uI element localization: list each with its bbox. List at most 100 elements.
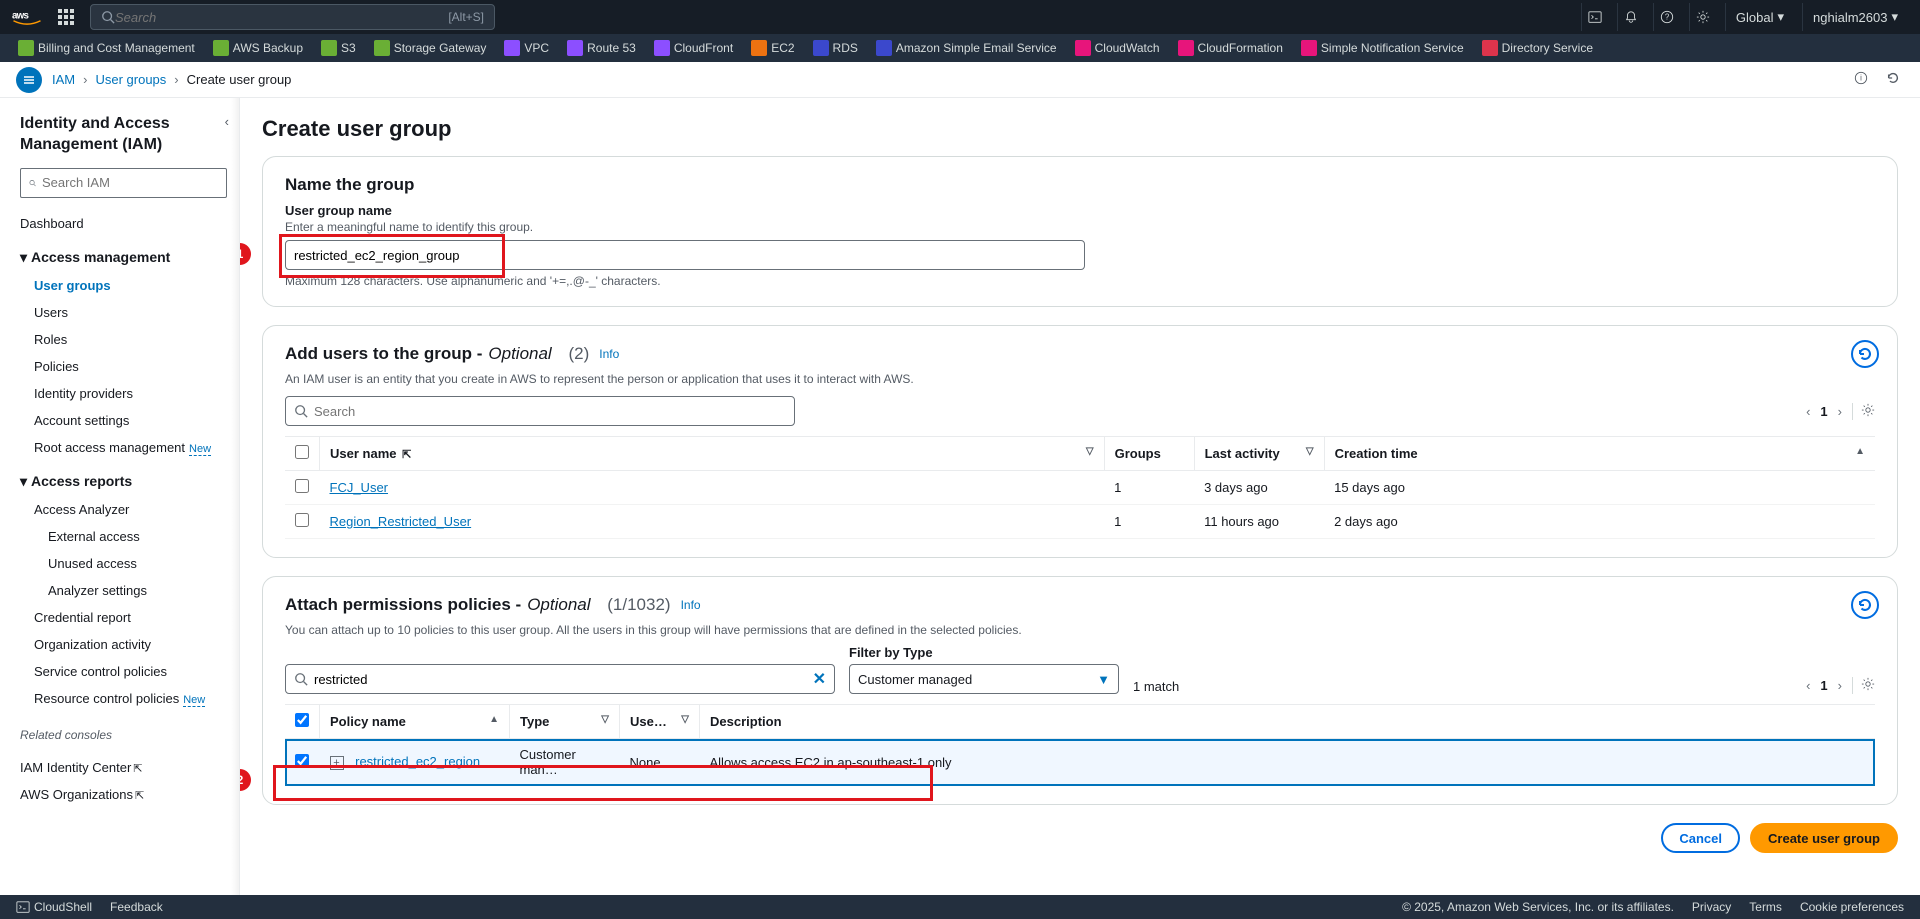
col-groups[interactable]: Groups [1104, 437, 1194, 471]
breadcrumb-iam[interactable]: IAM [52, 72, 75, 87]
service-shortcut[interactable]: Directory Service [1476, 38, 1599, 58]
chevron-down-icon: ▼ [1097, 672, 1110, 687]
col-user-name[interactable]: User name ⇱▽ [320, 437, 1105, 471]
nav-policies[interactable]: Policies [20, 353, 227, 380]
info-page-icon[interactable]: i [1850, 67, 1872, 92]
next-page[interactable]: › [1838, 404, 1842, 419]
user-name-link[interactable]: Region_Restricted_User [330, 514, 472, 529]
table-settings-icon[interactable] [1852, 677, 1875, 694]
policy-checkbox[interactable] [295, 754, 309, 768]
col-creation-time[interactable]: Creation time▲ [1324, 437, 1875, 471]
service-shortcut[interactable]: Simple Notification Service [1295, 38, 1470, 58]
nav-org-activity[interactable]: Organization activity [20, 631, 227, 658]
account-menu[interactable]: nghialm2603 ▾ [1802, 3, 1908, 31]
page-number: 1 [1820, 678, 1827, 693]
nav-analyzer-settings[interactable]: Analyzer settings [20, 577, 227, 604]
nav-section-access-reports[interactable]: ▾Access reports [20, 461, 227, 496]
policy-row[interactable]: + restricted_ec2_region Customer man… No… [285, 739, 1875, 786]
external-link-icon: ⇱ [135, 790, 144, 802]
service-shortcut[interactable]: S3 [315, 38, 362, 58]
nav-roles[interactable]: Roles [20, 326, 227, 353]
region-selector[interactable]: Global ▾ [1725, 3, 1794, 31]
service-shortcut[interactable]: CloudFront [648, 38, 739, 58]
aws-logo[interactable]: aws [12, 8, 42, 26]
group-name-input[interactable] [285, 240, 1085, 270]
footer-feedback[interactable]: Feedback [110, 900, 163, 914]
nav-account-settings[interactable]: Account settings [20, 407, 227, 434]
service-shortcut[interactable]: Billing and Cost Management [12, 38, 201, 58]
global-search[interactable]: [Alt+S] [90, 4, 495, 30]
clear-search-icon[interactable]: ✕ [813, 669, 826, 689]
service-shortcut[interactable]: EC2 [745, 38, 800, 58]
col-used-as[interactable]: Use…▽ [620, 705, 700, 739]
add-users-desc: An IAM user is an entity that you create… [285, 372, 1875, 386]
users-search-input[interactable] [314, 404, 786, 419]
collapse-sidebar-icon[interactable]: ‹ [225, 114, 229, 129]
service-shortcut[interactable]: Storage Gateway [368, 38, 493, 58]
filter-type-dropdown[interactable]: Customer managed ▼ [849, 664, 1119, 694]
refresh-users-button[interactable] [1851, 340, 1879, 368]
refresh-policies-button[interactable] [1851, 591, 1879, 619]
service-favorites-bar: Billing and Cost Management AWS Backup S3 S… [0, 34, 1920, 62]
nav-user-groups[interactable]: User groups [20, 272, 227, 299]
nav-dashboard[interactable]: Dashboard [20, 210, 227, 237]
sidebar-search[interactable] [20, 168, 227, 198]
cloudshell-top-icon[interactable] [1581, 3, 1609, 31]
info-link[interactable]: Info [681, 598, 701, 612]
prev-page[interactable]: ‹ [1806, 678, 1810, 693]
info-link[interactable]: Info [599, 347, 619, 361]
nav-aws-organizations[interactable]: AWS Organizations⇱ [20, 781, 227, 808]
nav-external-access[interactable]: External access [20, 523, 227, 550]
help-icon[interactable]: ? [1653, 3, 1681, 31]
nav-credential-report[interactable]: Credential report [20, 604, 227, 631]
notifications-icon[interactable] [1617, 3, 1645, 31]
policies-search-input[interactable] [314, 672, 807, 687]
nav-iam-identity-center[interactable]: IAM Identity Center⇱ [20, 754, 227, 781]
nav-identity-providers[interactable]: Identity providers [20, 380, 227, 407]
service-shortcut[interactable]: CloudWatch [1069, 38, 1166, 58]
breadcrumb-user-groups[interactable]: User groups [95, 72, 166, 87]
nav-users[interactable]: Users [20, 299, 227, 326]
table-settings-icon[interactable] [1852, 403, 1875, 420]
service-shortcut[interactable]: Amazon Simple Email Service [870, 38, 1063, 58]
nav-root-access[interactable]: Root access managementNew [20, 434, 227, 461]
policies-search[interactable]: ✕ [285, 664, 835, 694]
settings-icon[interactable] [1689, 3, 1717, 31]
col-last-activity[interactable]: Last activity▽ [1194, 437, 1324, 471]
service-shortcut[interactable]: RDS [807, 38, 864, 58]
policy-name-link[interactable]: restricted_ec2_region [355, 754, 480, 769]
col-type[interactable]: Type▽ [510, 705, 620, 739]
create-user-group-button[interactable]: Create user group [1750, 823, 1898, 853]
user-checkbox[interactable] [295, 479, 309, 493]
user-name-link[interactable]: FCJ_User [330, 480, 389, 495]
nav-access-analyzer[interactable]: Access Analyzer [20, 496, 227, 523]
nav-scp[interactable]: Service control policies [20, 658, 227, 685]
col-description[interactable]: Description [700, 705, 1876, 739]
users-search[interactable] [285, 396, 795, 426]
service-shortcut[interactable]: AWS Backup [207, 38, 309, 58]
footer-cookie[interactable]: Cookie preferences [1800, 900, 1904, 914]
prev-page[interactable]: ‹ [1806, 404, 1810, 419]
footer-privacy[interactable]: Privacy [1692, 900, 1731, 914]
sidebar-search-input[interactable] [42, 175, 218, 190]
nav-section-access-mgmt[interactable]: ▾Access management [20, 237, 227, 272]
select-all-users[interactable] [295, 445, 309, 459]
service-shortcut[interactable]: VPC [498, 38, 555, 58]
nav-rcp[interactable]: Resource control policiesNew [20, 685, 227, 712]
user-checkbox[interactable] [295, 513, 309, 527]
service-shortcut[interactable]: CloudFormation [1172, 38, 1289, 58]
expand-policy-icon[interactable]: + [330, 756, 344, 770]
services-grid-icon[interactable] [58, 9, 74, 25]
service-shortcut[interactable]: Route 53 [561, 38, 642, 58]
nav-toggle-icon[interactable] [16, 67, 42, 93]
user-row[interactable]: FCJ_User13 days ago15 days ago [285, 471, 1875, 505]
nav-unused-access[interactable]: Unused access [20, 550, 227, 577]
cancel-button[interactable]: Cancel [1661, 823, 1740, 853]
global-search-input[interactable] [115, 10, 448, 25]
select-all-policies[interactable] [295, 713, 309, 727]
col-policy-name[interactable]: Policy name▲ [320, 705, 510, 739]
footer-cloudshell[interactable]: CloudShell [16, 900, 92, 914]
user-row[interactable]: Region_Restricted_User111 hours ago2 day… [285, 505, 1875, 539]
refresh-page-icon[interactable] [1882, 67, 1904, 92]
footer-terms[interactable]: Terms [1749, 900, 1782, 914]
